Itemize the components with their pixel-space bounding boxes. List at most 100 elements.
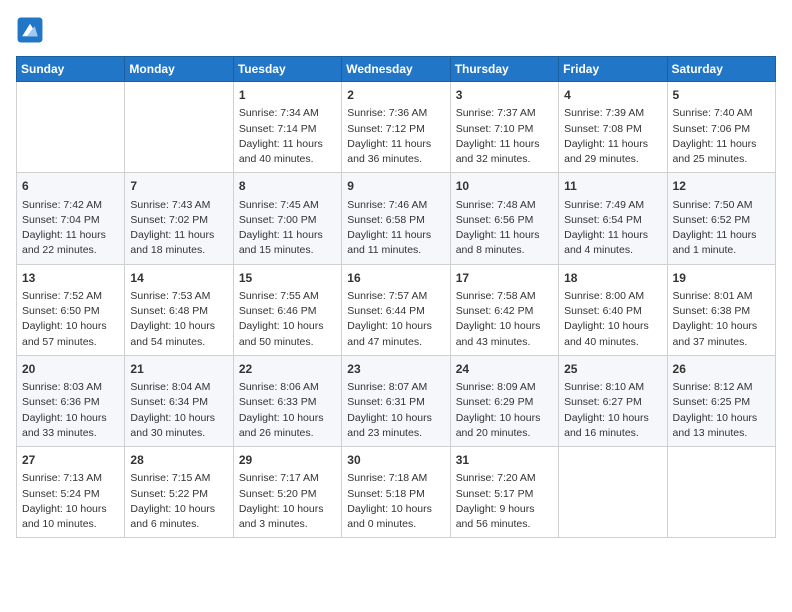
col-header-wednesday: Wednesday xyxy=(342,57,450,82)
cell-daylight: Daylight: 10 hours and 16 minutes. xyxy=(564,411,661,441)
cell-sunset: Sunset: 6:42 PM xyxy=(456,304,553,319)
cell-day-number: 9 xyxy=(347,178,444,195)
cell-sunrise: Sunrise: 7:58 AM xyxy=(456,289,553,304)
cell-sunrise: Sunrise: 8:07 AM xyxy=(347,380,444,395)
cell-day-number: 26 xyxy=(673,361,770,378)
calendar-cell: 15Sunrise: 7:55 AMSunset: 6:46 PMDayligh… xyxy=(233,264,341,355)
cell-daylight: Daylight: 11 hours and 15 minutes. xyxy=(239,228,336,258)
cell-sunset: Sunset: 6:46 PM xyxy=(239,304,336,319)
cell-sunset: Sunset: 6:54 PM xyxy=(564,213,661,228)
cell-sunrise: Sunrise: 7:53 AM xyxy=(130,289,227,304)
calendar-cell: 28Sunrise: 7:15 AMSunset: 5:22 PMDayligh… xyxy=(125,447,233,538)
cell-day-number: 22 xyxy=(239,361,336,378)
calendar-cell: 18Sunrise: 8:00 AMSunset: 6:40 PMDayligh… xyxy=(559,264,667,355)
calendar-cell: 20Sunrise: 8:03 AMSunset: 6:36 PMDayligh… xyxy=(17,355,125,446)
cell-daylight: Daylight: 11 hours and 11 minutes. xyxy=(347,228,444,258)
calendar-cell: 21Sunrise: 8:04 AMSunset: 6:34 PMDayligh… xyxy=(125,355,233,446)
cell-daylight: Daylight: 11 hours and 36 minutes. xyxy=(347,137,444,167)
calendar-cell xyxy=(125,82,233,173)
cell-day-number: 12 xyxy=(673,178,770,195)
col-header-monday: Monday xyxy=(125,57,233,82)
calendar-cell: 5Sunrise: 7:40 AMSunset: 7:06 PMDaylight… xyxy=(667,82,775,173)
cell-daylight: Daylight: 10 hours and 54 minutes. xyxy=(130,319,227,349)
cell-daylight: Daylight: 11 hours and 32 minutes. xyxy=(456,137,553,167)
cell-sunrise: Sunrise: 7:46 AM xyxy=(347,198,444,213)
cell-daylight: Daylight: 9 hours and 56 minutes. xyxy=(456,502,553,532)
cell-sunrise: Sunrise: 7:20 AM xyxy=(456,471,553,486)
cell-sunrise: Sunrise: 7:15 AM xyxy=(130,471,227,486)
cell-day-number: 17 xyxy=(456,270,553,287)
cell-day-number: 31 xyxy=(456,452,553,469)
cell-sunrise: Sunrise: 7:42 AM xyxy=(22,198,119,213)
cell-day-number: 3 xyxy=(456,87,553,104)
cell-daylight: Daylight: 11 hours and 4 minutes. xyxy=(564,228,661,258)
calendar-table: SundayMondayTuesdayWednesdayThursdayFrid… xyxy=(16,56,776,538)
cell-daylight: Daylight: 11 hours and 40 minutes. xyxy=(239,137,336,167)
calendar-cell: 26Sunrise: 8:12 AMSunset: 6:25 PMDayligh… xyxy=(667,355,775,446)
calendar-week-3: 13 Sunrise: 7:52 AMSunset: 6:50 PM Dayligh… xyxy=(17,264,776,355)
calendar-cell: 24Sunrise: 8:09 AMSunset: 6:29 PMDayligh… xyxy=(450,355,558,446)
col-header-saturday: Saturday xyxy=(667,57,775,82)
logo-icon xyxy=(16,16,44,44)
logo xyxy=(16,16,48,44)
calendar-cell: 29Sunrise: 7:17 AMSunset: 5:20 PMDayligh… xyxy=(233,447,341,538)
col-header-thursday: Thursday xyxy=(450,57,558,82)
col-header-tuesday: Tuesday xyxy=(233,57,341,82)
calendar-cell xyxy=(17,82,125,173)
cell-sunrise: Sunrise: 7:43 AM xyxy=(130,198,227,213)
calendar-cell: 3Sunrise: 7:37 AMSunset: 7:10 PMDaylight… xyxy=(450,82,558,173)
calendar-cell: 6Sunrise: 7:42 AMSunset: 7:04 PMDaylight… xyxy=(17,173,125,264)
calendar-cell: 11 Sunrise: 7:49 AMSunset: 6:54 PMDayligh… xyxy=(559,173,667,264)
cell-day-number: 19 xyxy=(673,270,770,287)
cell-sunset: Sunset: 6:40 PM xyxy=(564,304,661,319)
cell-sunset: Sunset: 6:56 PM xyxy=(456,213,553,228)
cell-sunset: Sunset: 7:08 PM xyxy=(564,122,661,137)
calendar-cell: 4Sunrise: 7:39 AMSunset: 7:08 PMDaylight… xyxy=(559,82,667,173)
calendar-cell: 17Sunrise: 7:58 AMSunset: 6:42 PMDayligh… xyxy=(450,264,558,355)
page-header xyxy=(16,16,776,44)
cell-day-number: 1 xyxy=(239,87,336,104)
cell-daylight: Daylight: 10 hours and 37 minutes. xyxy=(673,319,770,349)
cell-sunset: Sunset: 6:36 PM xyxy=(22,395,119,410)
cell-sunrise: Sunrise: 7:49 AM xyxy=(564,198,661,213)
calendar-cell: 13Sunrise: 7:52 AMSunset: 6:50 PMDayligh… xyxy=(17,264,125,355)
cell-day-number: 29 xyxy=(239,452,336,469)
cell-sunrise: Sunrise: 8:03 AM xyxy=(22,380,119,395)
cell-daylight: Daylight: 10 hours and 3 minutes. xyxy=(239,502,336,532)
cell-daylight: Daylight: 11 hours and 22 minutes. xyxy=(22,228,119,258)
cell-day-number: 4 xyxy=(564,87,661,104)
cell-sunrise: Sunrise: 8:01 AM xyxy=(673,289,770,304)
cell-sunrise: Sunrise: 7:40 AM xyxy=(673,106,770,121)
calendar-cell: 8Sunrise: 7:45 AMSunset: 7:00 PMDaylight… xyxy=(233,173,341,264)
calendar-week-4: 20Sunrise: 8:03 AMSunset: 6:36 PMDayligh… xyxy=(17,355,776,446)
cell-day-number: 15 xyxy=(239,270,336,287)
cell-sunset: Sunset: 6:29 PM xyxy=(456,395,553,410)
cell-sunset: Sunset: 7:04 PM xyxy=(22,213,119,228)
cell-sunrise: Sunrise: 7:45 AM xyxy=(239,198,336,213)
cell-day-number: 16 xyxy=(347,270,444,287)
cell-daylight: Daylight: 10 hours and 23 minutes. xyxy=(347,411,444,441)
cell-sunset: Sunset: 7:00 PM xyxy=(239,213,336,228)
cell-day-number: 11 xyxy=(564,178,661,195)
cell-day-number: 14 xyxy=(130,270,227,287)
cell-sunset: Sunset: 5:17 PM xyxy=(456,487,553,502)
cell-daylight: Daylight: 11 hours and 1 minute. xyxy=(673,228,770,258)
cell-sunset: Sunset: 6:50 PM xyxy=(22,304,119,319)
cell-sunrise: Sunrise: 7:13 AM xyxy=(22,471,119,486)
cell-day-number: 24 xyxy=(456,361,553,378)
cell-sunrise: Sunrise: 7:39 AM xyxy=(564,106,661,121)
cell-day-number: 13 xyxy=(22,270,119,287)
cell-sunset: Sunset: 5:22 PM xyxy=(130,487,227,502)
calendar-cell: 22Sunrise: 8:06 AMSunset: 6:33 PMDayligh… xyxy=(233,355,341,446)
cell-sunrise: Sunrise: 7:18 AM xyxy=(347,471,444,486)
cell-daylight: Daylight: 11 hours and 8 minutes. xyxy=(456,228,553,258)
cell-sunset: Sunset: 5:24 PM xyxy=(22,487,119,502)
calendar-cell: 1Sunrise: 7:34 AMSunset: 7:14 PMDaylight… xyxy=(233,82,341,173)
cell-day-number: 21 xyxy=(130,361,227,378)
calendar-week-1: 1Sunrise: 7:34 AMSunset: 7:14 PMDaylight… xyxy=(17,82,776,173)
cell-sunset: Sunset: 7:14 PM xyxy=(239,122,336,137)
cell-sunset: Sunset: 6:58 PM xyxy=(347,213,444,228)
cell-sunrise: Sunrise: 8:10 AM xyxy=(564,380,661,395)
cell-sunrise: Sunrise: 7:52 AM xyxy=(22,289,119,304)
cell-sunrise: Sunrise: 8:04 AM xyxy=(130,380,227,395)
